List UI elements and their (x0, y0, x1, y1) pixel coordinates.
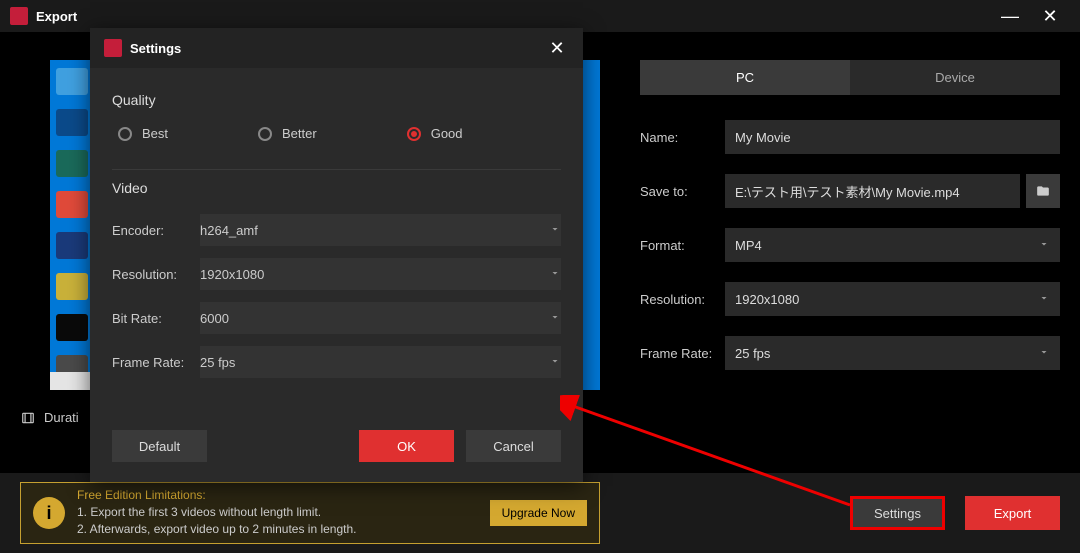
video-section-label: Video (112, 180, 561, 196)
export-button[interactable]: Export (965, 496, 1060, 530)
limitations-header: Free Edition Limitations: (77, 488, 357, 502)
chevron-down-icon (1038, 346, 1050, 361)
settings-button[interactable]: Settings (850, 496, 945, 530)
chevron-down-icon (549, 267, 561, 282)
folder-icon (1035, 184, 1051, 198)
bitrate-select[interactable]: 6000 (200, 302, 561, 334)
resolution-select[interactable]: 1920x1080 (725, 282, 1060, 316)
modal-resolution-label: Resolution: (112, 267, 200, 282)
chevron-down-icon (549, 311, 561, 326)
ok-button[interactable]: OK (359, 430, 454, 462)
default-button[interactable]: Default (112, 430, 207, 462)
modal-title: Settings (130, 41, 545, 56)
format-select[interactable]: MP4 (725, 228, 1060, 262)
save-to-input[interactable] (725, 174, 1020, 208)
framerate-label: Frame Rate: (640, 346, 725, 361)
duration-label: Durati (44, 410, 79, 425)
limitations-line1: 1. Export the first 3 videos without len… (77, 504, 357, 521)
minimize-button[interactable]: — (990, 0, 1030, 32)
limitations-line2: 2. Afterwards, export video up to 2 minu… (77, 521, 357, 538)
tab-pc[interactable]: PC (640, 60, 850, 95)
quality-section-label: Quality (112, 92, 561, 108)
chevron-down-icon (1038, 292, 1050, 307)
radio-icon (258, 127, 272, 141)
upgrade-button[interactable]: Upgrade Now (490, 500, 587, 526)
quality-good-radio[interactable]: Good (407, 126, 463, 141)
quality-best-radio[interactable]: Best (118, 126, 168, 141)
app-icon (104, 39, 122, 57)
export-tabs: PC Device (640, 60, 1060, 95)
limitations-notice: i Free Edition Limitations: 1. Export th… (20, 482, 600, 544)
modal-resolution-select[interactable]: 1920x1080 (200, 258, 561, 290)
app-icon (10, 7, 28, 25)
bitrate-label: Bit Rate: (112, 311, 200, 326)
window-title: Export (36, 9, 990, 24)
film-icon (20, 411, 36, 425)
chevron-down-icon (549, 355, 561, 370)
chevron-down-icon (549, 223, 561, 238)
framerate-select[interactable]: 25 fps (725, 336, 1060, 370)
name-input[interactable] (725, 120, 1060, 154)
info-icon: i (33, 497, 65, 529)
chevron-down-icon (1038, 238, 1050, 253)
save-to-label: Save to: (640, 184, 725, 199)
radio-icon (118, 127, 132, 141)
format-label: Format: (640, 238, 725, 253)
resolution-label: Resolution: (640, 292, 725, 307)
browse-folder-button[interactable] (1026, 174, 1060, 208)
encoder-select[interactable]: h264_amf (200, 214, 561, 246)
quality-better-radio[interactable]: Better (258, 126, 317, 141)
modal-close-button[interactable]: ✕ (545, 38, 569, 59)
close-window-button[interactable]: ✕ (1030, 0, 1070, 32)
modal-framerate-select[interactable]: 25 fps (200, 346, 561, 378)
cancel-button[interactable]: Cancel (466, 430, 561, 462)
tab-device[interactable]: Device (850, 60, 1060, 95)
encoder-label: Encoder: (112, 223, 200, 238)
name-label: Name: (640, 130, 725, 145)
radio-icon (407, 127, 421, 141)
modal-framerate-label: Frame Rate: (112, 355, 200, 370)
settings-modal: Settings ✕ Quality Best Better Good Vide… (90, 28, 583, 482)
